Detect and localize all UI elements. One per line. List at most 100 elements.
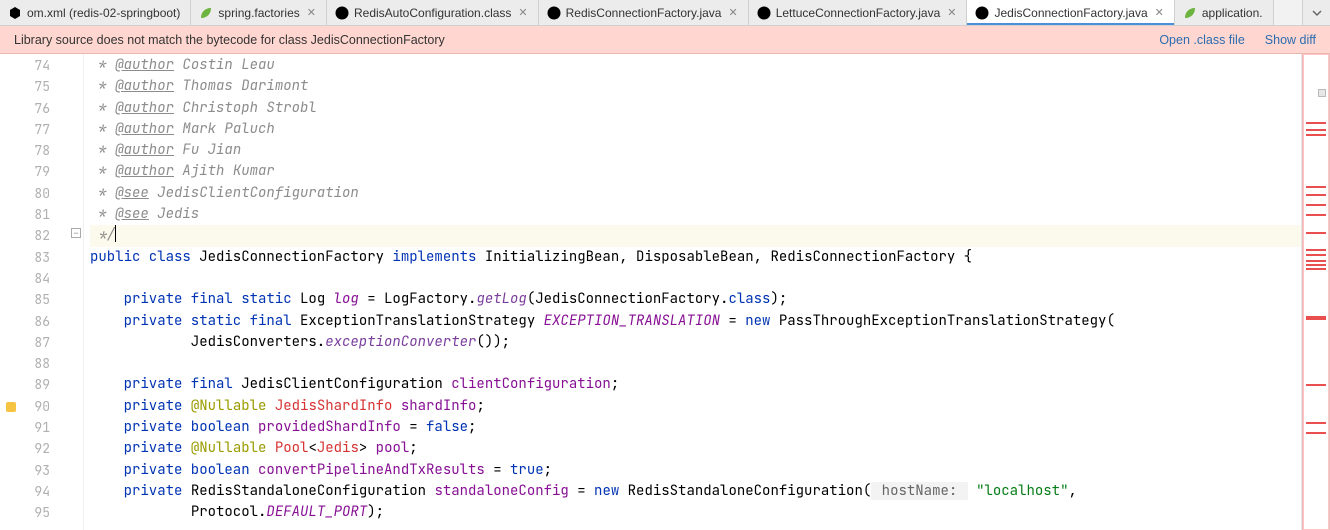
xml-icon [8, 6, 22, 20]
tab-label: application. [1202, 6, 1263, 20]
error-mark[interactable] [1306, 268, 1326, 270]
tab-om-xml-redis-02-springboot-[interactable]: om.xml (redis-02-springboot) [0, 0, 191, 25]
code-line[interactable]: private boolean convertPipelineAndTxResu… [90, 460, 1301, 481]
error-mark[interactable] [1306, 232, 1326, 234]
line-number[interactable]: 85 [0, 289, 70, 310]
tab-label: spring.factories [218, 6, 299, 20]
error-mark[interactable] [1306, 384, 1326, 386]
line-number[interactable]: 77 [0, 119, 70, 140]
tab-spring-factories[interactable]: spring.factories ✕ [191, 0, 327, 25]
tab-application-[interactable]: application. [1175, 0, 1274, 25]
chevron-down-icon [1312, 8, 1322, 18]
line-number[interactable]: 92 [0, 438, 70, 459]
error-mark[interactable] [1306, 186, 1326, 188]
error-mark[interactable] [1306, 122, 1326, 124]
code-line[interactable]: JedisConverters.exceptionConverter()); [90, 332, 1301, 353]
error-mark[interactable] [1306, 214, 1326, 216]
spring-icon [1183, 6, 1197, 20]
code-line[interactable] [90, 268, 1301, 289]
line-number[interactable]: 80 [0, 183, 70, 204]
code-line[interactable]: private final static Log log = LogFactor… [90, 289, 1301, 310]
error-mark[interactable] [1306, 194, 1326, 196]
line-number[interactable]: 89 [0, 374, 70, 395]
error-mark[interactable] [1306, 260, 1326, 262]
open-class-link[interactable]: Open .class file [1159, 33, 1244, 47]
code-line[interactable]: public class JedisConnectionFactory impl… [90, 247, 1301, 268]
warning-banner: Library source does not match the byteco… [0, 26, 1330, 54]
class-icon [757, 6, 771, 20]
line-number[interactable]: 94 [0, 481, 70, 502]
code-editor[interactable]: * @author Costin Leau * @author Thomas D… [70, 54, 1301, 530]
code-line[interactable] [90, 353, 1301, 374]
editor-area: 7475767778798081828384858687888990919293… [0, 54, 1302, 530]
text-caret [115, 225, 116, 242]
spring-icon [199, 6, 213, 20]
line-number[interactable]: 95 [0, 502, 70, 523]
code-line[interactable]: * @author Thomas Darimont [90, 76, 1301, 97]
line-number[interactable]: 91 [0, 417, 70, 438]
class-icon [975, 6, 989, 20]
error-mark[interactable] [1306, 129, 1326, 131]
line-number[interactable]: 81 [0, 204, 70, 225]
line-number[interactable]: 90 [0, 396, 70, 417]
line-number[interactable]: 87 [0, 332, 70, 353]
tab-lettuceconnectionfactory-java[interactable]: LettuceConnectionFactory.java ✕ [749, 0, 968, 25]
close-tab-icon[interactable]: ✕ [947, 6, 956, 19]
code-line[interactable]: private RedisStandaloneConfiguration sta… [90, 481, 1301, 502]
error-mark[interactable] [1306, 318, 1326, 320]
line-number[interactable]: 86 [0, 311, 70, 332]
line-number[interactable]: 75 [0, 76, 70, 97]
overview-mark[interactable] [1318, 89, 1326, 97]
error-mark[interactable] [1306, 249, 1326, 251]
editor-tabs: om.xml (redis-02-springboot) spring.facto… [0, 0, 1330, 26]
line-number[interactable]: 83 [0, 247, 70, 268]
tab-label: om.xml (redis-02-springboot) [27, 6, 180, 20]
interface-icon [547, 6, 561, 20]
tab-label: RedisAutoConfiguration.class [354, 6, 511, 20]
code-line[interactable]: private @Nullable Pool<Jedis> pool; [90, 438, 1301, 459]
class-icon [335, 6, 349, 20]
line-number[interactable]: 88 [0, 353, 70, 374]
show-diff-link[interactable]: Show diff [1265, 33, 1316, 47]
tab-redisconnectionfactory-java[interactable]: RedisConnectionFactory.java ✕ [539, 0, 749, 25]
error-stripe[interactable] [1302, 54, 1330, 530]
code-line[interactable]: * @author Costin Leau [90, 55, 1301, 76]
error-mark[interactable] [1306, 204, 1326, 206]
line-number[interactable]: 93 [0, 460, 70, 481]
code-line[interactable]: Protocol.DEFAULT_PORT); [90, 502, 1301, 523]
error-mark[interactable] [1306, 264, 1326, 266]
code-line[interactable]: * @author Fu Jian [90, 140, 1301, 161]
gutter-warning-icon[interactable] [6, 402, 16, 412]
code-line[interactable]: * @see JedisClientConfiguration [90, 183, 1301, 204]
tab-label: JedisConnectionFactory.java [994, 6, 1147, 20]
line-number[interactable]: 82 [0, 225, 70, 246]
code-line[interactable]: */ [90, 225, 1301, 246]
error-mark[interactable] [1306, 422, 1326, 424]
tabs-overflow[interactable] [1302, 0, 1330, 25]
code-line[interactable]: private final JedisClientConfiguration c… [90, 374, 1301, 395]
error-mark[interactable] [1306, 432, 1326, 434]
code-line[interactable]: * @see Jedis [90, 204, 1301, 225]
close-tab-icon[interactable]: ✕ [728, 6, 737, 19]
code-line[interactable]: * @author Mark Paluch [90, 119, 1301, 140]
error-mark[interactable] [1306, 254, 1326, 256]
line-number[interactable]: 74 [0, 55, 70, 76]
code-line[interactable]: * @author Christoph Strobl [90, 98, 1301, 119]
tab-label: LettuceConnectionFactory.java [776, 6, 941, 20]
close-tab-icon[interactable]: ✕ [518, 6, 527, 19]
code-line[interactable]: * @author Ajith Kumar [90, 161, 1301, 182]
line-number[interactable]: 84 [0, 268, 70, 289]
tab-jedisconnectionfactory-java[interactable]: JedisConnectionFactory.java ✕ [967, 0, 1174, 25]
tab-label: RedisConnectionFactory.java [566, 6, 722, 20]
line-number[interactable]: 79 [0, 161, 70, 182]
warning-text: Library source does not match the byteco… [14, 33, 445, 47]
tab-redisautoconfiguration-class[interactable]: RedisAutoConfiguration.class ✕ [327, 0, 539, 25]
code-line[interactable]: private boolean providedShardInfo = fals… [90, 417, 1301, 438]
code-line[interactable]: private static final ExceptionTranslatio… [90, 311, 1301, 332]
close-tab-icon[interactable]: ✕ [1155, 6, 1164, 19]
line-number[interactable]: 76 [0, 98, 70, 119]
code-line[interactable]: private @Nullable JedisShardInfo shardIn… [90, 396, 1301, 417]
close-tab-icon[interactable]: ✕ [307, 6, 316, 19]
error-mark[interactable] [1306, 134, 1326, 136]
line-number[interactable]: 78 [0, 140, 70, 161]
